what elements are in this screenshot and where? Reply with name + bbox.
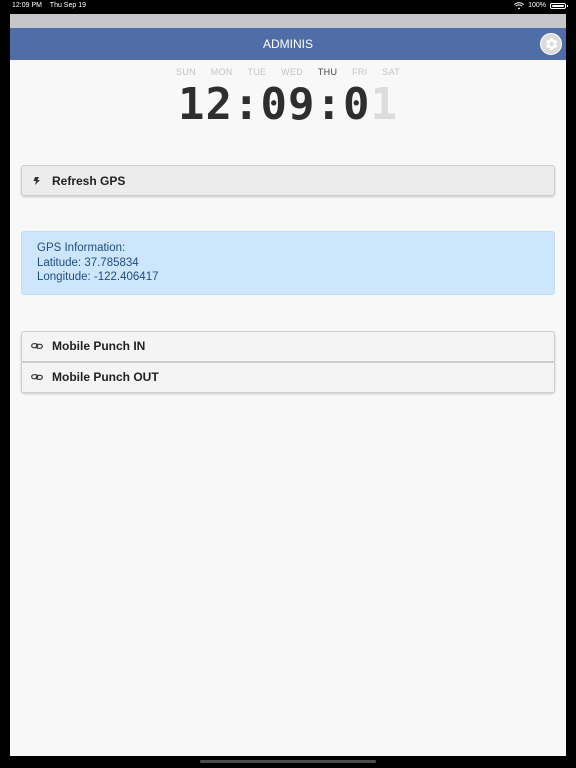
- status-left: 12:09 PM Thu Sep 19: [12, 0, 92, 12]
- app-frame: ADMINIS SUN MON TUE WED THU FRI SAT 12:0…: [10, 14, 566, 756]
- mobile-punch-out-button[interactable]: Mobile Punch OUT: [21, 361, 555, 393]
- weekday-tue: TUE: [247, 67, 267, 77]
- refresh-gps-button[interactable]: Refresh GPS: [21, 165, 555, 196]
- gps-longitude: Longitude: -122.406417: [37, 271, 159, 283]
- wifi-icon: [514, 2, 525, 10]
- home-indicator[interactable]: [200, 760, 376, 763]
- battery-icon: [550, 3, 568, 9]
- gps-info-box: GPS Information: Latitude: 37.785834 Lon…: [21, 231, 555, 295]
- weekday-sat: SAT: [382, 67, 401, 77]
- battery-percent: 100%: [528, 2, 546, 9]
- status-bar: 12:09 PM Thu Sep 19 100%: [0, 0, 576, 12]
- gear-icon: [545, 38, 558, 50]
- mobile-punch-in-button[interactable]: Mobile Punch IN: [21, 330, 555, 362]
- refresh-gps-label: Refresh GPS: [52, 173, 126, 188]
- gps-heading: GPS Information:: [37, 242, 126, 254]
- punch-out-label: Mobile Punch OUT: [52, 370, 159, 384]
- header-bar: ADMINIS: [10, 28, 566, 60]
- weekday-wed: WED: [281, 67, 304, 77]
- top-gray-strip: [10, 14, 566, 28]
- header-title: ADMINIS: [262, 37, 313, 51]
- weekday-row: SUN MON TUE WED THU FRI SAT: [10, 67, 566, 77]
- link-icon: [22, 342, 52, 350]
- clock-last-digit: 1: [370, 79, 398, 130]
- weekday-fri: FRI: [352, 67, 368, 77]
- lightning-icon: [22, 176, 52, 186]
- digital-clock: 12:09:01: [10, 79, 566, 131]
- settings-button[interactable]: [540, 33, 562, 55]
- weekday-sun: SUN: [175, 67, 196, 77]
- status-time: 12:09 PM: [12, 2, 42, 9]
- weekday-mon: MON: [210, 67, 233, 77]
- status-right: 100%: [514, 0, 568, 12]
- weekday-thu: THU: [317, 67, 338, 77]
- punch-in-label: Mobile Punch IN: [52, 339, 146, 353]
- gps-latitude: Latitude: 37.785834: [37, 256, 139, 269]
- link-icon: [22, 373, 52, 381]
- clock-main-digits: 12:09:0: [178, 79, 371, 130]
- punch-button-group: Mobile Punch IN Mobile Punch OUT: [10, 330, 566, 393]
- status-date: Thu Sep 19: [49, 2, 86, 9]
